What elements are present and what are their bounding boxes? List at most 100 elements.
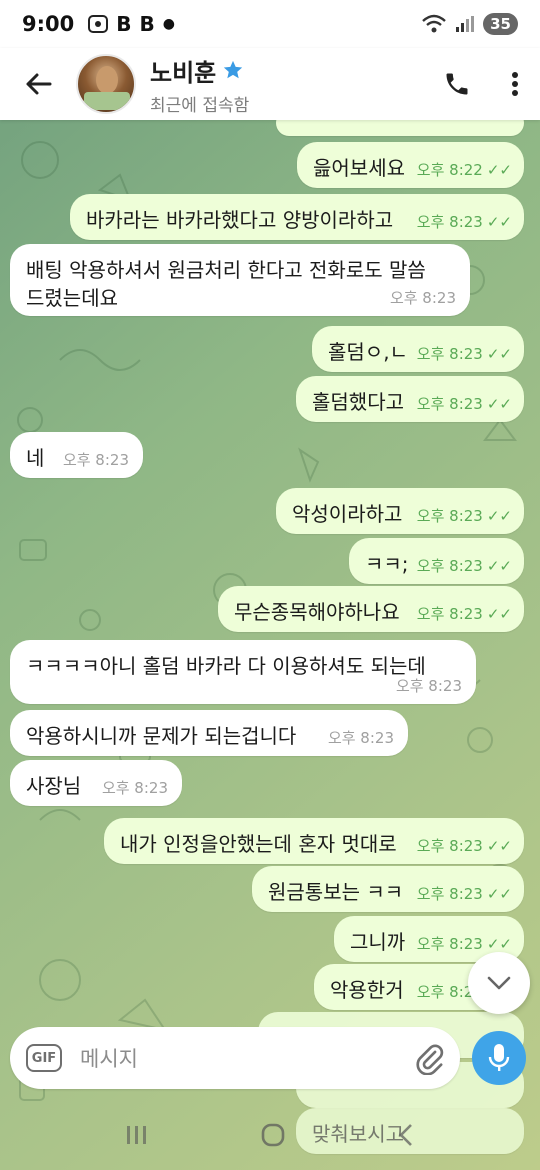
recent-apps-icon[interactable] [125,1124,149,1146]
message-bubble-in[interactable]: 사장님 오후 8:23 [10,760,182,806]
back-nav-icon[interactable] [397,1122,415,1148]
last-seen-status: 최근에 접속함 [150,95,250,116]
message-text: 악성이라하고 [292,502,403,526]
message-bubble-in[interactable]: 배팅 악용하셔서 원금처리 한다고 전화로도 말씀 드렸는데요 오후 8:23 [10,244,470,316]
premium-star-icon [224,60,243,79]
home-icon[interactable] [260,1122,286,1148]
screen-record-icon [88,15,109,33]
message-time: 오후 8:23 [416,213,483,231]
message-text: 그니까 [350,930,406,954]
message-meta: 오후 8:23 [390,287,456,308]
contact-title[interactable]: 노비훈 최근에 접속함 [150,53,249,116]
message-bubble-out[interactable]: 홀덤ㅇ,ㄴ 오후 8:23 ✓✓ [312,326,524,372]
battery-indicator: 35 [483,13,518,35]
double-check-icon: ✓✓ [486,556,512,575]
message-bubble-out[interactable]: 악성이라하고 오후 8:23 ✓✓ [276,488,524,534]
message-time: 오후 8:23 [416,885,483,903]
double-check-icon: ✓✓ [486,160,512,179]
message-text: 홀덤했다고 [312,390,404,414]
back-button[interactable] [0,48,76,120]
message-text-line-2: 드렸는데요 [26,286,118,310]
message-meta: 오후 8:23 [63,449,129,470]
message-meta: 오후 8:23 [396,675,462,696]
call-button[interactable] [432,54,482,114]
message-meta: 오후 8:23✓✓ [417,933,512,954]
message-text: ㅋㅋ; [365,552,409,576]
gif-button[interactable]: GIF [26,1044,62,1072]
message-time: 오후 8:23 [101,779,168,797]
message-time: 오후 8:23 [416,837,483,855]
double-check-icon: ✓✓ [486,836,512,855]
message-time: 오후 8:23 [416,557,483,575]
notification-icons: 𝗕 𝗕 ● [88,12,175,36]
message-bubble-in[interactable]: 네 오후 8:23 [10,432,143,478]
microphone-icon [488,1044,510,1071]
message-meta: 오후 8:23✓✓ [417,211,512,232]
wifi-icon [422,14,446,33]
message-meta: 오후 8:23 [102,777,168,798]
message-text: 바카라는 바카라했다고 양방이라하고 [86,208,394,232]
message-meta: 오후 8:22 ✓✓ [417,159,512,180]
b-icon: 𝗕 [139,12,155,36]
contact-name: 노비훈 [150,58,217,87]
message-meta: 오후 8:23✓✓ [417,603,512,624]
double-check-icon: ✓✓ [486,934,512,953]
message-bubble-out[interactable]: 무슨종목해야하나요 오후 8:23 ✓✓ [218,586,524,632]
message-text: 악용하시니까 문제가 되는겁니다 [26,724,297,748]
message-text: 무슨종목해야하나요 [234,600,400,624]
contact-avatar[interactable] [76,54,136,114]
status-bar: 9:00 𝗕 𝗕 ● 35 [0,0,540,48]
signal-icon [456,16,475,32]
phone-icon [446,73,468,95]
status-time: 9:00 [22,12,75,36]
message-meta: 오후 8:23✓✓ [417,835,512,856]
message-time: 오후 8:23 [389,289,456,307]
message-text: 내가 인정을안했는데 혼자 멋대로 [120,832,397,856]
message-list[interactable]: 읊어보세요 오후 8:22 ✓✓ 바카라는 바카라했다고 양방이라하고 오후 8:… [0,120,540,1170]
double-check-icon: ✓✓ [486,394,512,413]
more-options-button[interactable] [500,54,530,114]
message-text-line-1: 배팅 악용하셔서 원금처리 한다고 전화로도 말씀 [26,258,426,282]
voice-record-button[interactable] [472,1031,526,1085]
double-check-icon: ✓✓ [486,506,512,525]
message-text: 사장님 [26,774,82,798]
message-bubble-out[interactable]: 바카라는 바카라했다고 양방이라하고 오후 8:23 ✓✓ [70,194,524,240]
message-time: 오후 8:23 [327,729,394,747]
chevron-down-icon [487,976,511,990]
message-text: 홀덤ㅇ,ㄴ [328,340,408,364]
message-bubble-out[interactable]: 원금통보는 ㅋㅋ 오후 8:23 ✓✓ [252,866,524,912]
arrow-left-icon [26,73,52,95]
message-text: 읊어보세요 [313,156,405,180]
double-check-icon: ✓✓ [486,212,512,231]
double-check-icon: ✓✓ [486,884,512,903]
dot-icon: ● [162,16,175,32]
message-time: 오후 8:23 [395,677,462,695]
message-time: 오후 8:23 [416,395,483,413]
double-check-icon: ✓✓ [486,344,512,363]
message-meta: 오후 8:23 [328,727,394,748]
b-icon: 𝗕 [116,12,132,36]
message-bubble-out[interactable]: 내가 인정을안했는데 혼자 멋대로 오후 8:23 ✓✓ [104,818,524,864]
message-meta: 오후 8:23✓✓ [417,393,512,414]
chat-header: 노비훈 최근에 접속함 [0,48,540,120]
message-text: ㅋㅋㅋㅋ아니 홀덤 바카라 다 이용하셔도 되는데 [26,654,426,678]
message-bubble-in[interactable]: 악용하시니까 문제가 되는겁니다 오후 8:23 [10,710,408,756]
message-time: 오후 8:23 [416,507,483,525]
message-text: 원금통보는 ㅋㅋ [268,880,404,904]
attach-paperclip-icon[interactable] [414,1041,444,1075]
message-text: 악용한거 [330,978,404,1002]
message-bubble-in[interactable]: ㅋㅋㅋㅋ아니 홀덤 바카라 다 이용하셔도 되는데 오후 8:23 [10,640,476,704]
message-bubble-out[interactable]: 홀덤했다고 오후 8:23 ✓✓ [296,376,524,422]
message-bubble-out[interactable]: ㅋㅋ; 오후 8:23 ✓✓ [349,538,524,584]
message-time: 오후 8:22 [416,161,483,179]
message-text: 네 [26,446,45,470]
message-input[interactable]: 메시지 [80,1043,414,1073]
message-bubble-out[interactable]: 읊어보세요 오후 8:22 ✓✓ [297,142,524,188]
scroll-to-bottom-button[interactable] [468,952,530,1014]
more-vertical-icon [512,72,518,96]
system-nav-bar [0,1100,540,1170]
message-time: 오후 8:23 [416,345,483,363]
message-time: 오후 8:23 [416,935,483,953]
message-time: 오후 8:23 [62,451,129,469]
double-check-icon: ✓✓ [486,604,512,623]
